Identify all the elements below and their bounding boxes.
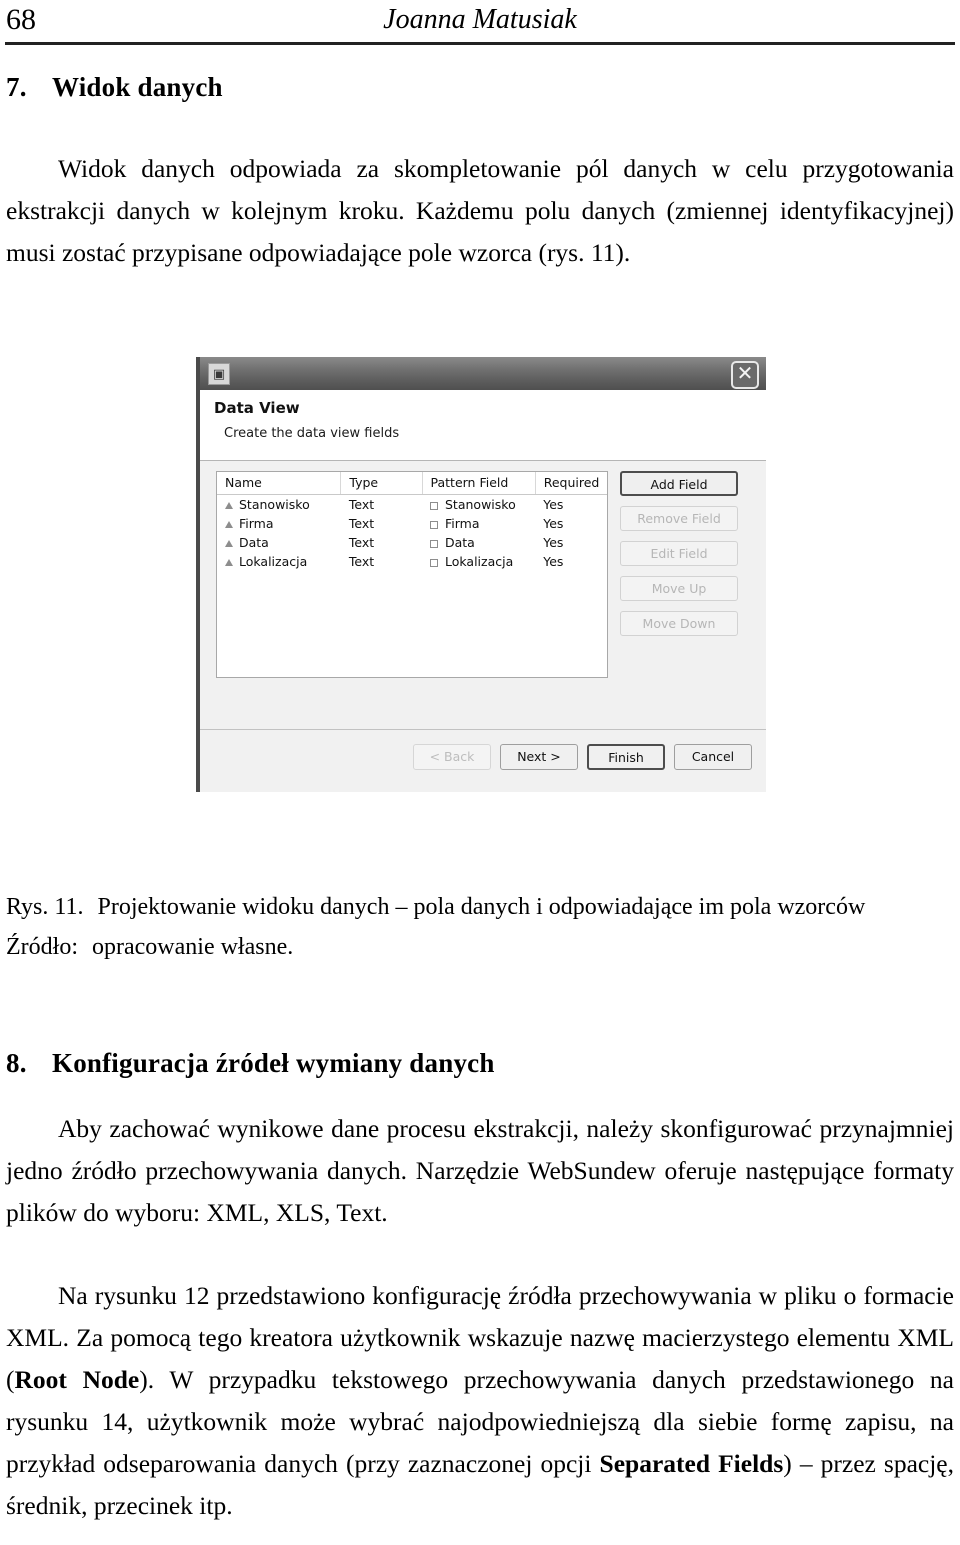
cell-pattern-label: Firma xyxy=(445,516,480,531)
cell-name: Firma xyxy=(217,514,341,533)
dialog-header-band: Data View Create the data view fields xyxy=(200,390,766,461)
remove-field-button[interactable]: Remove Field xyxy=(620,506,738,531)
paragraph-1: Widok danych odpowiada za skompletowanie… xyxy=(6,154,954,267)
dialog-titlebar: ▣ ✕ xyxy=(200,357,766,390)
add-field-button[interactable]: Add Field xyxy=(620,471,738,496)
cell-pattern: Firma xyxy=(422,514,535,533)
cell-pattern-label: Lokalizacja xyxy=(445,554,514,569)
section-number-7: 7. xyxy=(6,72,27,102)
column-header-pattern-field[interactable]: Pattern Field xyxy=(422,472,536,495)
figure-caption-text: Projektowanie widoku danych – pola danyc… xyxy=(97,894,866,920)
field-triangle-icon xyxy=(225,540,233,547)
dialog-body: Name Type Pattern Field Required Stanowi… xyxy=(200,461,766,730)
figure-screenshot: ▣ ✕ Data View Create the data view field… xyxy=(196,357,766,792)
back-button[interactable]: < Back xyxy=(413,744,491,770)
cell-pattern: Stanowisko xyxy=(422,495,535,515)
cell-type: Text xyxy=(348,516,375,531)
edit-field-button[interactable]: Edit Field xyxy=(620,541,738,566)
cancel-button[interactable]: Cancel xyxy=(674,744,752,770)
cell-type: Text xyxy=(348,535,375,550)
pattern-square-icon xyxy=(430,539,438,548)
section-heading-8: 8. Konfiguracja źródeł wymiany danych xyxy=(6,1048,495,1079)
next-button[interactable]: Next > xyxy=(500,744,578,770)
column-header-required[interactable]: Required xyxy=(535,472,607,495)
pattern-square-icon xyxy=(430,520,438,529)
finish-button[interactable]: Finish xyxy=(587,744,665,770)
term-root-node: Root Node xyxy=(14,1365,140,1394)
section-heading-7: 7. Widok danych xyxy=(6,72,223,103)
column-header-type[interactable]: Type xyxy=(340,472,423,495)
cell-name-label: Stanowisko xyxy=(239,497,310,512)
field-triangle-icon xyxy=(225,559,233,566)
section-title-7: Widok danych xyxy=(52,72,223,102)
cell-pattern-label: Data xyxy=(445,535,475,550)
cell-required: Yes xyxy=(543,516,564,531)
move-up-button[interactable]: Move Up xyxy=(620,576,738,601)
term-separated-fields: Separated Fields xyxy=(599,1449,784,1478)
dialog-title: Data View xyxy=(214,399,300,417)
column-header-name[interactable]: Name xyxy=(217,472,342,495)
fields-table: Name Type Pattern Field Required Stanowi… xyxy=(217,472,607,571)
cell-required: Yes xyxy=(543,535,564,550)
move-down-button[interactable]: Move Down xyxy=(620,611,738,636)
pattern-square-icon xyxy=(430,558,438,567)
figure-source-label: Źródło: xyxy=(6,934,78,960)
cell-name: Data xyxy=(217,533,341,552)
figure-caption-label: Rys. 11. xyxy=(6,894,84,920)
table-row[interactable]: Firma Text Firma Yes xyxy=(217,514,607,533)
field-triangle-icon xyxy=(225,521,233,528)
close-icon[interactable]: ✕ xyxy=(731,361,759,389)
paragraph-3: Na rysunku 12 przedstawiono konfigurację… xyxy=(6,1275,954,1527)
cell-type: Text xyxy=(348,497,375,512)
cell-type: Text xyxy=(348,554,375,569)
section-title-8: Konfiguracja źródeł wymiany danych xyxy=(52,1048,495,1078)
figure-source-text: opracowanie własne. xyxy=(92,934,294,960)
page-header: 68 Joanna Matusiak xyxy=(0,0,960,48)
pattern-square-icon xyxy=(430,501,438,510)
paragraph-2: Aby zachować wynikowe dane procesu ekstr… xyxy=(6,1114,954,1227)
cell-pattern: Lokalizacja xyxy=(422,552,535,571)
table-row[interactable]: Stanowisko Text Stanowisko Yes xyxy=(217,495,607,515)
dialog-subtitle: Create the data view fields xyxy=(224,426,400,441)
table-row[interactable]: Data Text Data Yes xyxy=(217,533,607,552)
cell-name: Lokalizacja xyxy=(217,552,341,571)
cell-name-label: Firma xyxy=(239,516,274,531)
app-icon: ▣ xyxy=(208,363,230,385)
cell-name-label: Data xyxy=(239,535,269,550)
field-triangle-icon xyxy=(225,502,233,509)
cell-required: Yes xyxy=(543,554,564,569)
figure-caption: Rys. 11. Projektowanie widoku danych – po… xyxy=(6,887,956,927)
fields-table-container[interactable]: Name Type Pattern Field Required Stanowi… xyxy=(216,471,608,678)
cell-required: Yes xyxy=(543,497,564,512)
cell-name: Stanowisko xyxy=(217,495,341,515)
section-number-8: 8. xyxy=(6,1048,27,1078)
running-head-title: Joanna Matusiak xyxy=(383,4,577,35)
cell-name-label: Lokalizacja xyxy=(239,554,308,569)
table-header-row: Name Type Pattern Field Required xyxy=(217,472,607,495)
table-row[interactable]: Lokalizacja Text Lokalizacja Yes xyxy=(217,552,607,571)
data-view-wizard-dialog: ▣ ✕ Data View Create the data view field… xyxy=(196,357,766,792)
dialog-footer: < Back Next > Finish Cancel xyxy=(200,729,766,792)
cell-pattern-label: Stanowisko xyxy=(445,497,516,512)
wizard-navigation-buttons: < Back Next > Finish Cancel xyxy=(413,744,752,770)
cell-pattern: Data xyxy=(422,533,535,552)
field-action-buttons: Add Field Remove Field Edit Field Move U… xyxy=(620,471,750,646)
figure-source: Źródło: opracowanie własne. xyxy=(6,927,956,967)
header-rule xyxy=(5,42,955,45)
